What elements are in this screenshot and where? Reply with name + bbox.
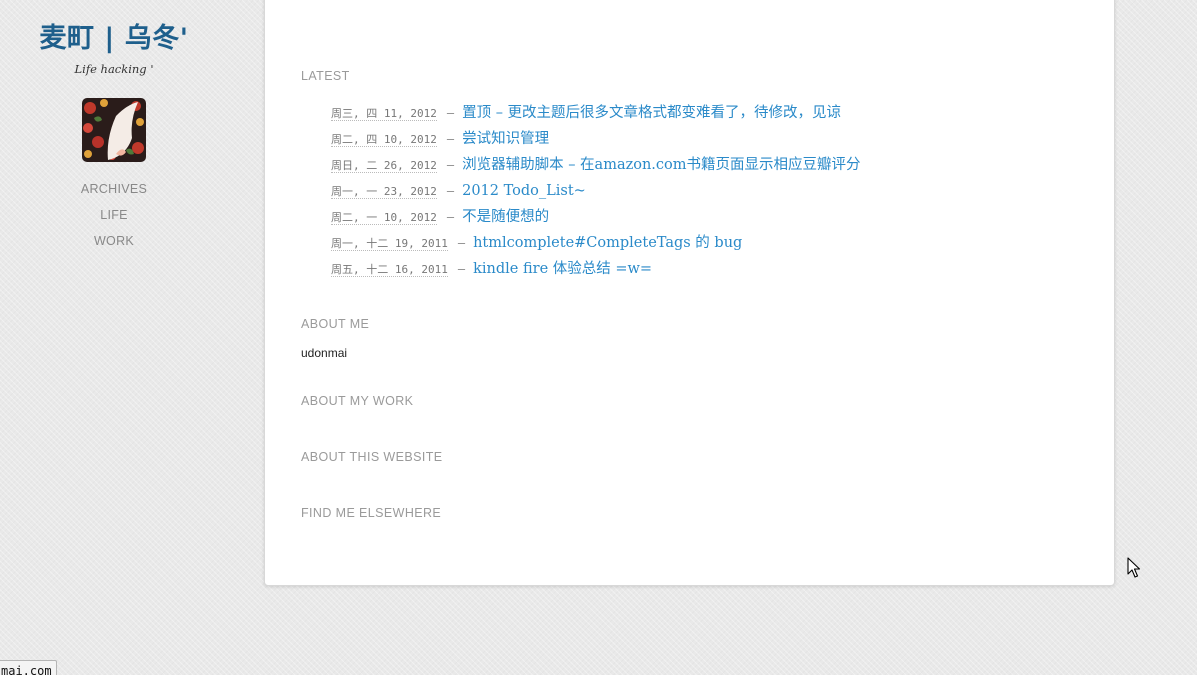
avatar-image <box>82 98 146 162</box>
post-separator: – <box>446 157 455 172</box>
latest-posts-list: 周三, 四 11, 2012– 置顶 – 更改主题后很多文章格式都变难看了，待修改… <box>331 99 861 281</box>
latest-heading: LATEST <box>301 69 350 83</box>
list-item: 周五, 十二 16, 2011– kindle fire 体验总结 =w= <box>331 255 861 281</box>
find-me-elsewhere-heading: FIND ME ELSEWHERE <box>301 506 442 520</box>
status-bar-url: mai.com <box>0 660 57 675</box>
nav-life[interactable]: LIFE <box>0 202 228 228</box>
post-link[interactable]: 置顶 – 更改主题后很多文章格式都变难看了，待修改，见谅 <box>462 105 841 121</box>
post-link[interactable]: 尝试知识管理 <box>462 131 549 147</box>
nav-archives[interactable]: ARCHIVES <box>0 176 228 202</box>
list-item: 周一, 十二 19, 2011– htmlcomplete#CompleteTag… <box>331 229 861 255</box>
about-this-website-heading: ABOUT THIS WEBSITE <box>301 450 443 464</box>
site-title[interactable]: 麦町 | 乌冬' <box>0 22 228 56</box>
post-link[interactable]: kindle fire 体验总结 =w= <box>473 261 652 277</box>
post-date: 周三, 四 11, 2012 <box>331 107 437 121</box>
post-link[interactable]: 浏览器辅助脚本 – 在amazon.com书籍页面显示相应豆瓣评分 <box>462 157 860 173</box>
sidebar: 麦町 | 乌冬' Life hacking ' ARCHIVES LIFE WO… <box>0 0 228 254</box>
nav-work[interactable]: WORK <box>0 228 228 254</box>
post-date: 周二, 四 10, 2012 <box>331 133 437 147</box>
post-date: 周一, 十二 19, 2011 <box>331 237 448 251</box>
list-item: 周一, 一 23, 2012–2012 Todo_List~ <box>331 177 861 203</box>
post-separator: – <box>457 261 466 276</box>
list-item: 周三, 四 11, 2012– 置顶 – 更改主题后很多文章格式都变难看了，待修改… <box>331 99 861 125</box>
about-me-heading: ABOUT ME <box>301 317 370 331</box>
mouse-pointer-icon <box>1127 557 1141 578</box>
post-date: 周二, 一 10, 2012 <box>331 211 437 225</box>
list-item: 周二, 一 10, 2012– 不是随便想的 <box>331 203 861 229</box>
post-separator: – <box>446 131 455 146</box>
post-date: 周五, 十二 16, 2011 <box>331 263 448 277</box>
list-item: 周日, 二 26, 2012– 浏览器辅助脚本 – 在amazon.com书籍页面… <box>331 151 861 177</box>
list-item: 周二, 四 10, 2012– 尝试知识管理 <box>331 125 861 151</box>
post-link[interactable]: htmlcomplete#CompleteTags 的 bug <box>473 235 742 251</box>
post-separator: – <box>446 183 455 198</box>
main-panel: LATEST 周三, 四 11, 2012– 置顶 – 更改主题后很多文章格式都变… <box>264 0 1115 586</box>
site-tagline: Life hacking ' <box>74 62 154 76</box>
post-date: 周日, 二 26, 2012 <box>331 159 437 173</box>
post-separator: – <box>457 235 466 250</box>
post-separator: – <box>446 105 455 120</box>
avatar[interactable] <box>82 98 146 162</box>
post-link[interactable]: 2012 Todo_List~ <box>462 183 586 199</box>
post-separator: – <box>446 209 455 224</box>
sidebar-nav: ARCHIVES LIFE WORK <box>0 176 228 254</box>
about-my-work-heading: ABOUT MY WORK <box>301 394 414 408</box>
post-link[interactable]: 不是随便想的 <box>462 209 549 225</box>
post-date: 周一, 一 23, 2012 <box>331 185 437 199</box>
about-me-text: udonmai <box>301 346 348 360</box>
